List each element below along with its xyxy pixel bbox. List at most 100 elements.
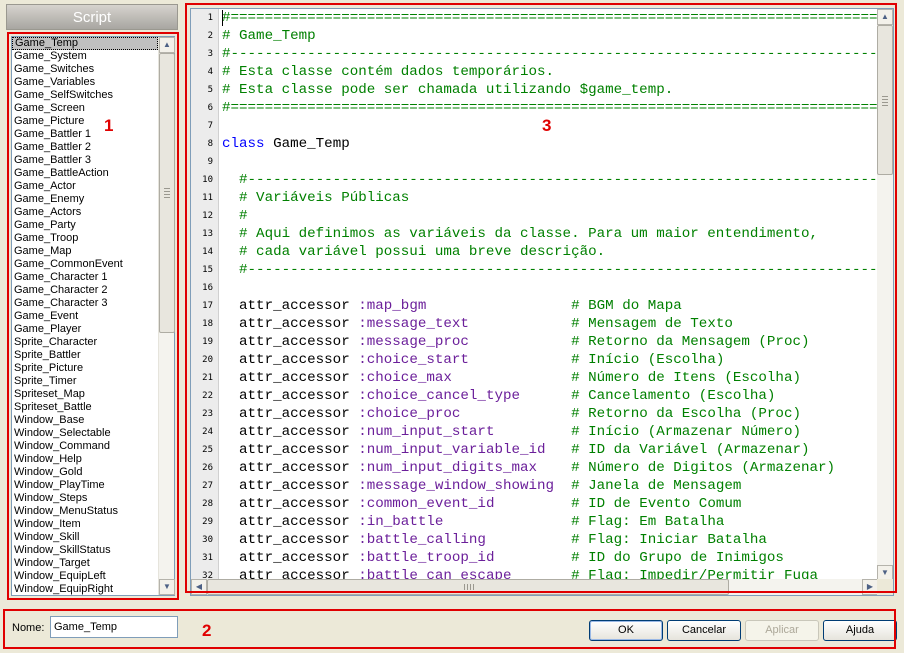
scroll-left-button[interactable]: ◀	[191, 579, 207, 595]
code-line[interactable]: # Esta classe pode ser chamada utilizand…	[222, 81, 878, 99]
script-list-item[interactable]: Game_Actor	[12, 180, 158, 193]
script-list-item[interactable]: Game_CommonEvent	[12, 258, 158, 271]
script-list-item[interactable]: Window_PlayTime	[12, 479, 158, 492]
script-list-items[interactable]: Game_Temp Game_System Game_Switches Game_Va…	[12, 37, 158, 595]
code-line[interactable]: attr_accessor :choice_start # Início (Es…	[222, 351, 878, 369]
scroll-right-button[interactable]: ▶	[862, 579, 878, 595]
script-list-item[interactable]: Game_Character 1	[12, 271, 158, 284]
code-line[interactable]: attr_accessor :message_window_showing # …	[222, 477, 878, 495]
code-line[interactable]: attr_accessor :message_proc # Retorno da…	[222, 333, 878, 351]
help-button[interactable]: Ajuda	[823, 620, 897, 641]
script-list-item[interactable]: Window_EquipRight	[12, 583, 158, 595]
code-line[interactable]: attr_accessor :battle_troop_id # ID do G…	[222, 549, 878, 567]
code-editor[interactable]: 1 2 3 4 5 6 7 8 9 10 11 12 13 14 15 16 17 18 19 20 21 22 23 24 2…	[190, 8, 894, 596]
script-list-item[interactable]: Game_SelfSwitches	[12, 89, 158, 102]
code-line[interactable]: #=======================================…	[222, 9, 878, 27]
script-list-item[interactable]: Game_Troop	[12, 232, 158, 245]
code-area[interactable]: #=======================================…	[222, 9, 878, 581]
script-list-item[interactable]: Game_Party	[12, 219, 158, 232]
code-line[interactable]: attr_accessor :choice_max # Número de It…	[222, 369, 878, 387]
code-line[interactable]: #---------------------------------------…	[222, 261, 878, 279]
scroll-up-button[interactable]: ▲	[159, 37, 175, 53]
scroll-thumb[interactable]	[877, 25, 893, 175]
code-line[interactable]: #---------------------------------------…	[222, 45, 878, 63]
script-list-item[interactable]: Game_Battler 3	[12, 154, 158, 167]
code-line[interactable]: attr_accessor :num_input_digits_max # Nú…	[222, 459, 878, 477]
code-line[interactable]: class Game_Temp	[222, 135, 878, 153]
code-line[interactable]: attr_accessor :choice_proc # Retorno da …	[222, 405, 878, 423]
script-list-item[interactable]: Window_Command	[12, 440, 158, 453]
script-list-item[interactable]: Game_Character 2	[12, 284, 158, 297]
editor-horizontal-scrollbar[interactable]: ◀ ▶	[191, 579, 878, 595]
script-list-item[interactable]: Sprite_Picture	[12, 362, 158, 375]
script-list-item[interactable]: Game_Character 3	[12, 297, 158, 310]
scroll-up-button[interactable]: ▲	[877, 9, 893, 25]
code-line[interactable]: attr_accessor :in_battle # Flag: Em Bata…	[222, 513, 878, 531]
script-name-input[interactable]	[50, 616, 178, 638]
script-list-item[interactable]: Window_MenuStatus	[12, 505, 158, 518]
code-line[interactable]	[222, 153, 878, 171]
code-line[interactable]: #---------------------------------------…	[222, 171, 878, 189]
code-line[interactable]: attr_accessor :num_input_variable_id # I…	[222, 441, 878, 459]
code-line[interactable]: attr_accessor :battle_calling # Flag: In…	[222, 531, 878, 549]
code-line[interactable]: attr_accessor :map_bgm # BGM do Mapa	[222, 297, 878, 315]
scroll-thumb[interactable]	[159, 53, 175, 333]
code-token-comment: #---------------------------------------…	[222, 46, 878, 62]
ok-button[interactable]: OK	[589, 620, 663, 641]
script-list-item[interactable]: Sprite_Character	[12, 336, 158, 349]
script-list-scrollbar[interactable]: ▲ ▼	[158, 37, 175, 595]
line-number: 17	[202, 301, 213, 311]
script-list-item[interactable]: Game_Temp	[12, 37, 158, 50]
script-list-item[interactable]: Game_Actors	[12, 206, 158, 219]
script-list-item[interactable]: Game_Switches	[12, 63, 158, 76]
script-list-item[interactable]: Game_Player	[12, 323, 158, 336]
grip-line	[882, 102, 888, 103]
code-line[interactable]: # Game_Temp	[222, 27, 878, 45]
script-list-item[interactable]: Window_EquipLeft	[12, 570, 158, 583]
script-list-item[interactable]: Game_Picture	[12, 115, 158, 128]
cancel-button[interactable]: Cancelar	[667, 620, 741, 641]
code-line[interactable]	[222, 279, 878, 297]
code-line[interactable]: attr_accessor :num_input_start # Início …	[222, 423, 878, 441]
script-list-item[interactable]: Game_Variables	[12, 76, 158, 89]
script-list-item[interactable]: Game_System	[12, 50, 158, 63]
script-list-item[interactable]: Window_Skill	[12, 531, 158, 544]
script-list-item[interactable]: Sprite_Battler	[12, 349, 158, 362]
scroll-thumb[interactable]	[207, 579, 729, 595]
line-number: 13	[202, 229, 213, 239]
code-line[interactable]: # cada variável possui uma breve descriç…	[222, 243, 878, 261]
script-list-item[interactable]: Window_Help	[12, 453, 158, 466]
script-list-item[interactable]: Window_Gold	[12, 466, 158, 479]
script-list-item[interactable]: Window_SkillStatus	[12, 544, 158, 557]
script-list-item[interactable]: Spriteset_Map	[12, 388, 158, 401]
scroll-down-button[interactable]: ▼	[159, 579, 175, 595]
script-list-item[interactable]: Game_Battler 1	[12, 128, 158, 141]
script-list-item[interactable]: Game_Battler 2	[12, 141, 158, 154]
script-list-item[interactable]: Window_Base	[12, 414, 158, 427]
editor-vertical-scrollbar[interactable]: ▲ ▼	[877, 9, 893, 581]
code-line[interactable]: #=======================================…	[222, 99, 878, 117]
script-list-item[interactable]: Window_Steps	[12, 492, 158, 505]
code-line[interactable]: #	[222, 207, 878, 225]
code-token-symbol: :in_battle	[358, 514, 444, 530]
code-line[interactable]: # Aqui definimos as variáveis da classe.…	[222, 225, 878, 243]
apply-button[interactable]: Aplicar	[745, 620, 819, 641]
code-line[interactable]: attr_accessor :common_event_id # ID de E…	[222, 495, 878, 513]
code-line[interactable]: attr_accessor :choice_cancel_type # Canc…	[222, 387, 878, 405]
script-list-item[interactable]: Window_Target	[12, 557, 158, 570]
code-line[interactable]: # Variáveis Públicas	[222, 189, 878, 207]
code-line[interactable]: # Esta classe contém dados temporários.	[222, 63, 878, 81]
script-list-item[interactable]: Window_Item	[12, 518, 158, 531]
script-list-item[interactable]: Game_Enemy	[12, 193, 158, 206]
script-list-item[interactable]: Game_Event	[12, 310, 158, 323]
script-list[interactable]: Game_Temp Game_System Game_Switches Game_Va…	[11, 36, 175, 596]
script-list-item[interactable]: Game_BattleAction	[12, 167, 158, 180]
script-list-item[interactable]: Window_Selectable	[12, 427, 158, 440]
code-token-comment: # BGM do Mapa	[571, 298, 682, 314]
line-number-gutter: 1 2 3 4 5 6 7 8 9 10 11 12 13 14 15 16 17 18 19 20 21 22 23 24 2…	[191, 9, 219, 595]
code-line[interactable]: attr_accessor :message_text # Mensagem d…	[222, 315, 878, 333]
script-list-item[interactable]: Spriteset_Battle	[12, 401, 158, 414]
script-list-item[interactable]: Game_Map	[12, 245, 158, 258]
script-list-item[interactable]: Sprite_Timer	[12, 375, 158, 388]
script-list-item[interactable]: Game_Screen	[12, 102, 158, 115]
